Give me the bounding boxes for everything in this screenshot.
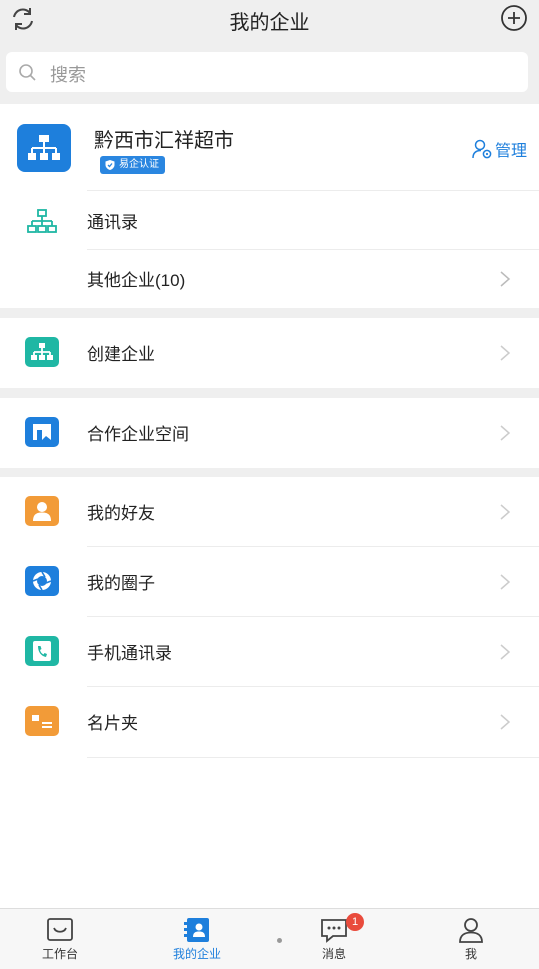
chevron-right-icon	[500, 714, 511, 730]
tab-label: 工作台	[41, 947, 78, 961]
social-section: 我的好友 我的圈子 手机通讯录 名片夹	[0, 477, 539, 908]
tab-me[interactable]: 我	[421, 909, 521, 969]
tab-label: 我的企业	[172, 947, 221, 961]
chevron-right-icon	[500, 644, 511, 660]
circles-label: 我的圈子	[87, 574, 155, 593]
create-company-row[interactable]: 创建企业	[0, 318, 539, 388]
other-companies-row[interactable]: 其他企业(10)	[0, 244, 539, 314]
phone-contacts-row[interactable]: 手机通讯录	[0, 617, 539, 687]
card-holder-row[interactable]: 名片夹	[0, 687, 539, 757]
org-chart-icon	[28, 135, 60, 160]
tab-messages[interactable]: 1 消息	[284, 909, 384, 969]
manage-button[interactable]: 管理	[471, 137, 527, 161]
contacts-label: 通讯录	[87, 213, 138, 232]
company-name[interactable]: 黔西市汇祥超市	[94, 124, 234, 153]
certification-badge: 易企认证	[100, 156, 165, 174]
bottom-tab-bar: 工作台 我的企业 1 消息 我	[0, 908, 539, 969]
phone-contacts-label: 手机通讯录	[87, 644, 172, 663]
tab-label: 消息	[321, 947, 346, 961]
divider	[87, 757, 539, 758]
manage-label: 管理	[494, 143, 527, 160]
create-company-icon	[25, 337, 59, 367]
friend-icon	[25, 496, 59, 526]
tab-my-company[interactable]: 我的企业	[147, 909, 247, 969]
badge-label: 易企认证	[119, 159, 159, 170]
org-tree-icon	[27, 209, 57, 233]
chevron-right-icon	[500, 574, 511, 590]
chevron-right-icon	[500, 504, 511, 520]
partner-space-icon	[25, 417, 59, 447]
page-title: 我的企业	[229, 12, 310, 34]
circle-icon	[25, 566, 59, 596]
partner-space-label: 合作企业空间	[87, 425, 189, 444]
user-settings-icon	[472, 139, 492, 159]
search-icon	[19, 64, 36, 81]
phone-contacts-icon	[25, 636, 59, 666]
search-input[interactable]: 搜索	[6, 52, 528, 92]
other-companies-label: 其他企业(10)	[87, 271, 186, 290]
company-contacts-icon	[184, 918, 209, 942]
card-holder-icon	[25, 706, 59, 736]
unread-badge: 1	[346, 913, 364, 931]
add-icon[interactable]	[499, 3, 529, 33]
message-icon	[321, 919, 347, 943]
page-indicator-dot	[277, 938, 282, 943]
search-placeholder: 搜索	[50, 65, 86, 85]
friends-label: 我的好友	[87, 504, 155, 523]
create-company-section: 创建企业	[0, 318, 539, 388]
partner-space-row[interactable]: 合作企业空间	[0, 398, 539, 468]
company-card: 黔西市汇祥超市 易企认证 管理 通讯录 其他企业(10)	[0, 104, 539, 308]
company-logo	[17, 124, 71, 172]
workbench-icon	[47, 918, 73, 941]
card-holder-label: 名片夹	[87, 714, 138, 733]
partner-space-section: 合作企业空间	[0, 398, 539, 468]
tab-label: 我	[464, 947, 477, 961]
chevron-right-icon	[500, 345, 511, 361]
shield-icon	[105, 160, 115, 170]
top-bar: 我的企业	[0, 0, 539, 44]
tab-workbench[interactable]: 工作台	[10, 909, 110, 969]
chevron-right-icon	[500, 271, 511, 287]
create-company-label: 创建企业	[87, 345, 155, 364]
friends-row[interactable]: 我的好友	[0, 477, 539, 547]
circles-row[interactable]: 我的圈子	[0, 547, 539, 617]
user-icon	[459, 918, 483, 943]
chevron-right-icon	[500, 425, 511, 441]
